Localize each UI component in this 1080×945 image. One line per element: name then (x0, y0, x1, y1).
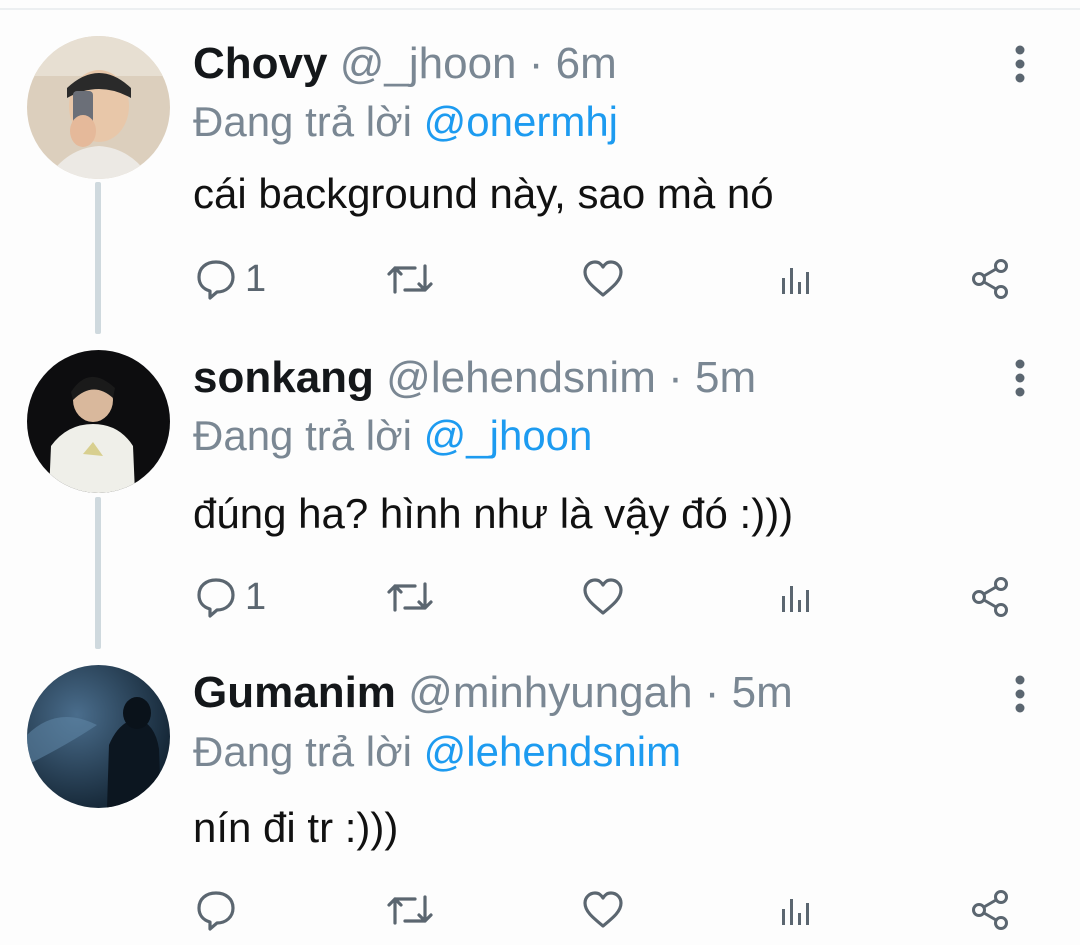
mention-link[interactable]: @lehendsnim (424, 728, 681, 775)
mention-link[interactable]: @_jhoon (424, 412, 593, 459)
replying-to: Đang trả lời @_jhoon (193, 406, 592, 466)
action-bar: 1 (0, 567, 1080, 627)
user-handle[interactable]: @minhyungah (408, 668, 692, 717)
display-name[interactable]: Gumanim (193, 668, 396, 717)
heart-icon (583, 578, 623, 615)
reply-button[interactable]: 1 (193, 249, 266, 309)
retweet-arrows-icon (387, 264, 433, 294)
share-button[interactable] (968, 249, 1014, 309)
analytics-button[interactable] (776, 880, 816, 940)
tweet-text: đúng ha? hình như là vậy đó :))) (193, 490, 794, 537)
timestamp[interactable]: 5m (695, 353, 756, 402)
tweet[interactable]: Gumanim @minhyungah · 5m Đang trả lời @l… (0, 663, 1080, 945)
speech-bubble-icon (197, 578, 235, 618)
bar-chart-icon (782, 268, 809, 294)
avatar[interactable] (27, 665, 170, 808)
heart-icon (583, 891, 623, 928)
tweet-header: Gumanim @minhyungah · 5m (193, 663, 793, 723)
vertical-dots-icon (1015, 45, 1025, 83)
like-button[interactable] (580, 567, 626, 627)
like-button[interactable] (580, 880, 626, 940)
tweet-header: sonkang @lehendsnim · 5m (193, 348, 756, 408)
replying-prefix: Đang trả lời (193, 98, 412, 145)
action-bar: 1 (0, 249, 1080, 309)
top-border (0, 8, 1080, 10)
replying-prefix: Đang trả lời (193, 728, 412, 775)
action-bar (0, 880, 1080, 940)
retweet-button[interactable] (385, 249, 435, 309)
share-nodes-icon (972, 890, 1008, 930)
reply-button[interactable]: 1 (193, 567, 266, 627)
speech-bubble-icon (197, 260, 235, 300)
user-handle[interactable]: @_jhoon (340, 39, 517, 88)
separator-dot: · (528, 39, 544, 88)
display-name[interactable]: Chovy (193, 39, 327, 88)
vertical-dots-icon (1015, 675, 1025, 713)
like-button[interactable] (580, 249, 626, 309)
share-nodes-icon (972, 259, 1008, 299)
user-handle[interactable]: @lehendsnim (386, 353, 656, 402)
retweet-arrows-icon (387, 582, 433, 612)
analytics-button[interactable] (776, 249, 816, 309)
timestamp[interactable]: 6m (556, 39, 617, 88)
reply-button[interactable] (193, 880, 245, 940)
tweet[interactable]: Chovy @_jhoon · 6m Đang trả lời @onermhj… (0, 33, 1080, 333)
more-options-button[interactable] (1005, 669, 1035, 719)
retweet-arrows-icon (387, 895, 433, 925)
share-nodes-icon (972, 577, 1008, 617)
timestamp[interactable]: 5m (732, 668, 793, 717)
share-button[interactable] (968, 880, 1014, 940)
heart-icon (583, 260, 623, 297)
separator-dot: · (668, 353, 683, 402)
avatar[interactable] (27, 36, 170, 179)
mention-link[interactable]: @onermhj (424, 98, 618, 145)
retweet-button[interactable] (385, 880, 435, 940)
replying-to: Đang trả lời @onermhj (193, 92, 618, 152)
avatar[interactable] (27, 350, 170, 493)
reply-count: 1 (245, 257, 267, 300)
more-options-button[interactable] (1005, 39, 1035, 89)
replying-prefix: Đang trả lời (193, 412, 412, 459)
separator-dot: · (704, 668, 720, 717)
tweet-text: cái background này, sao mà nó (193, 170, 774, 217)
reply-count: 1 (245, 575, 267, 618)
vertical-dots-icon (1015, 359, 1025, 397)
tweet[interactable]: sonkang @lehendsnim · 5m Đang trả lời @_… (0, 347, 1080, 647)
analytics-button[interactable] (776, 567, 816, 627)
tweet-text: nín đi tr :))) (193, 804, 399, 851)
bar-chart-icon (782, 899, 809, 925)
share-button[interactable] (968, 567, 1014, 627)
replying-to: Đang trả lời @lehendsnim (193, 722, 681, 782)
retweet-button[interactable] (385, 567, 435, 627)
bar-chart-icon (782, 586, 809, 612)
tweet-header: Chovy @_jhoon · 6m (193, 34, 617, 94)
display-name[interactable]: sonkang (193, 353, 374, 402)
speech-bubble-icon (197, 891, 235, 931)
more-options-button[interactable] (1005, 353, 1035, 403)
